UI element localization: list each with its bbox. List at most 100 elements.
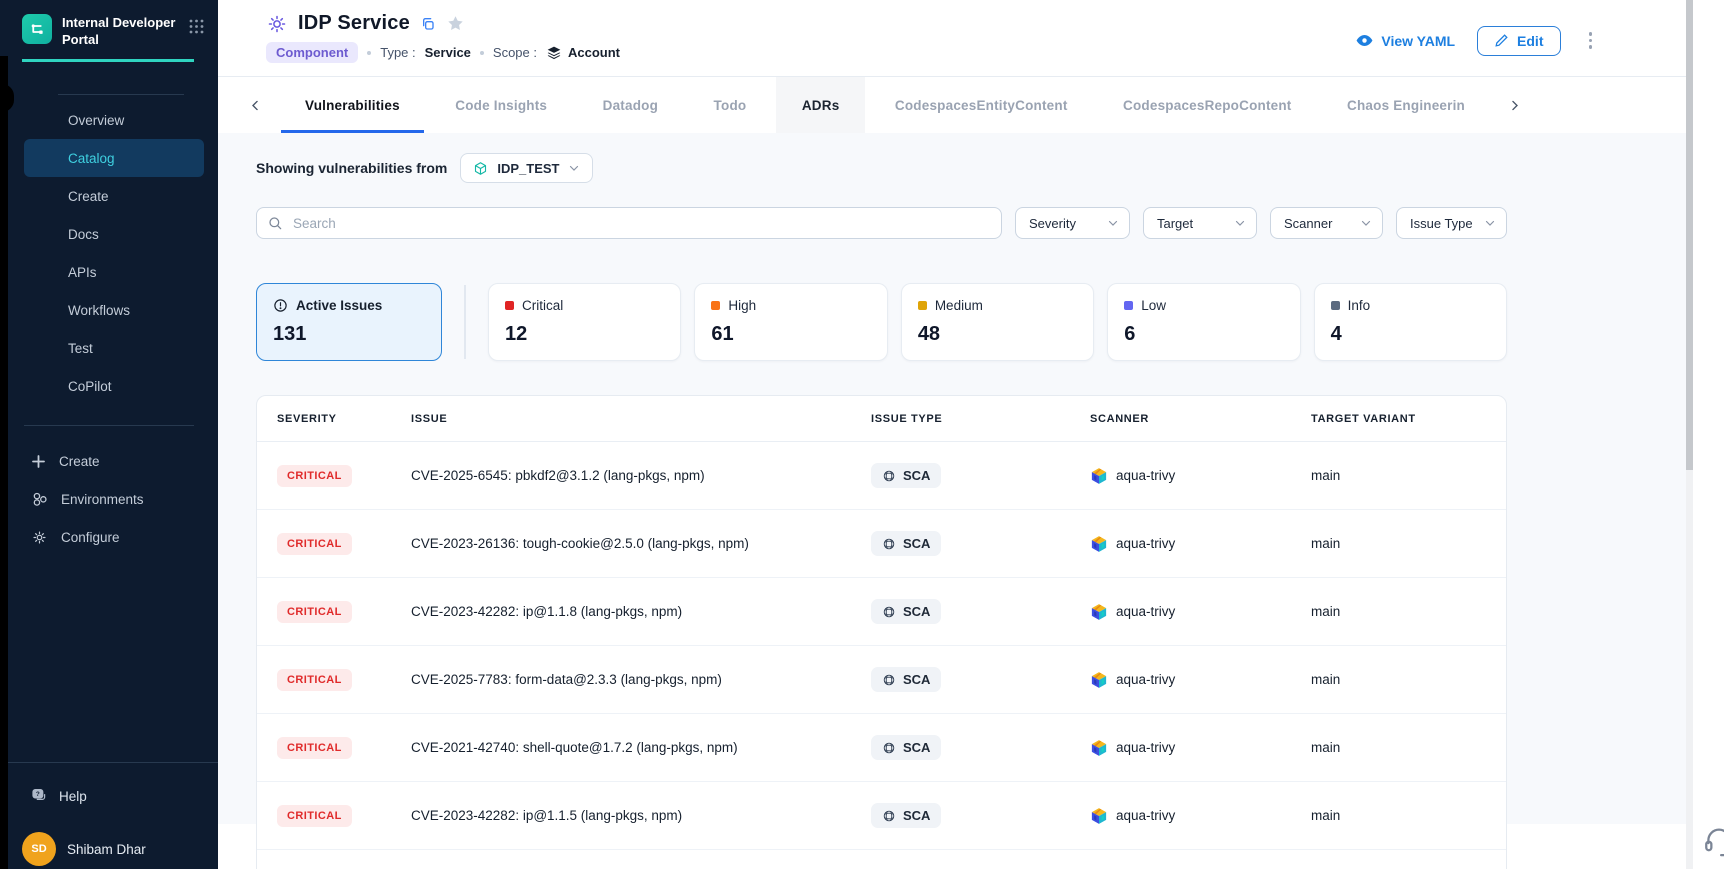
sidebar-nav-item-label: Create bbox=[68, 189, 109, 204]
severity-color-square bbox=[711, 301, 720, 310]
column-header-issue-type: Issue Type bbox=[871, 413, 1090, 425]
type-value: Service bbox=[425, 45, 471, 60]
severity-stat-label: High bbox=[728, 298, 756, 313]
target-variant-cell: main bbox=[1311, 740, 1506, 755]
component-gear-icon bbox=[266, 13, 288, 35]
table-row[interactable]: CRITICAL CVE-2025-7783: form-data@2.3.3 … bbox=[257, 646, 1506, 714]
sidebar-item-configure[interactable]: Configure bbox=[0, 518, 218, 556]
scanner-cell: aqua-trivy bbox=[1090, 739, 1311, 757]
sidebar-nav-item-label: Workflows bbox=[68, 303, 130, 318]
view-yaml-button[interactable]: View YAML bbox=[1355, 31, 1455, 50]
sidebar-nav-item[interactable]: CoPilot bbox=[0, 367, 218, 405]
severity-stat-card[interactable]: Critical 12 bbox=[488, 283, 681, 361]
edit-button[interactable]: Edit bbox=[1477, 26, 1560, 56]
scope-value: Account bbox=[568, 45, 620, 60]
sidebar-nav-item[interactable]: Overview bbox=[0, 101, 218, 139]
issue-cell: CVE-2025-6545: pbkdf2@3.1.2 (lang-pkgs, … bbox=[411, 468, 871, 483]
severity-stat-card[interactable]: Info 4 bbox=[1314, 283, 1507, 361]
search-input[interactable] bbox=[256, 207, 1002, 239]
filter-issue-type[interactable]: Issue Type bbox=[1396, 207, 1507, 239]
sidebar-item-environments[interactable]: Environments bbox=[0, 480, 218, 518]
scanner-label: aqua-trivy bbox=[1116, 740, 1175, 755]
table-row[interactable]: CRITICAL CVE-2021-42740: shell-quote@1.7… bbox=[257, 714, 1506, 782]
tab[interactable]: Vulnerabilities bbox=[279, 77, 426, 133]
tab[interactable]: Todo bbox=[688, 77, 773, 133]
window-edge-strip bbox=[0, 56, 8, 869]
sidebar-nav-item[interactable]: APIs bbox=[0, 253, 218, 291]
severity-stat-label: Medium bbox=[935, 298, 983, 313]
chevron-down-icon bbox=[1107, 217, 1119, 229]
tabs-scroll-right-icon[interactable] bbox=[1499, 92, 1530, 119]
trivy-cube-icon bbox=[1090, 603, 1108, 621]
sidebar-item-help[interactable]: ? Help bbox=[0, 763, 218, 805]
severity-stat-card[interactable]: Medium 48 bbox=[901, 283, 1094, 361]
tab-label: Code Insights bbox=[455, 98, 547, 113]
severity-badge: CRITICAL bbox=[277, 465, 352, 487]
tab[interactable]: Code Insights bbox=[429, 77, 573, 133]
trivy-cube-icon bbox=[1090, 671, 1108, 689]
entity-meta-row: Component Type : Service Scope : Account bbox=[266, 42, 620, 63]
sidebar-action-label: Configure bbox=[61, 530, 120, 545]
tab-label: Chaos Engineerin bbox=[1347, 98, 1465, 113]
scanner-label: aqua-trivy bbox=[1116, 468, 1175, 483]
sidebar-nav-item[interactable]: Create bbox=[0, 177, 218, 215]
avatar: SD bbox=[22, 832, 56, 866]
tab[interactable]: CodespacesEntityContent bbox=[869, 77, 1094, 133]
filters-row: Severity Target Scanner Issue Type bbox=[256, 207, 1507, 239]
sidebar-item-create[interactable]: Create bbox=[0, 442, 218, 480]
alert-circle-icon bbox=[273, 298, 288, 313]
target-variant-cell: main bbox=[1311, 808, 1506, 823]
sidebar-nav-item[interactable]: Workflows bbox=[0, 291, 218, 329]
kebab-menu-icon[interactable] bbox=[1583, 28, 1599, 53]
layers-icon bbox=[546, 45, 562, 61]
table-row[interactable]: CRITICAL CVE-2023-42282: ip@1.1.5 (lang-… bbox=[257, 782, 1506, 850]
filter-scanner[interactable]: Scanner bbox=[1270, 207, 1383, 239]
table-row[interactable]: CRITICAL CVE-2025-6545: pbkdf2@3.1.2 (la… bbox=[257, 442, 1506, 510]
pencil-icon bbox=[1494, 33, 1509, 48]
nav-divider bbox=[58, 94, 184, 95]
severity-stat-count: 48 bbox=[918, 323, 1077, 346]
tab[interactable]: Datadog bbox=[577, 77, 684, 133]
sidebar-action-label: Environments bbox=[61, 492, 144, 507]
sidebar-nav-item[interactable]: Docs bbox=[0, 215, 218, 253]
scanner-cell: aqua-trivy bbox=[1090, 807, 1311, 825]
active-issues-count: 131 bbox=[273, 323, 425, 346]
severity-stat-card[interactable]: Low 6 bbox=[1107, 283, 1300, 361]
portal-title: Internal Developer Portal bbox=[62, 14, 179, 48]
severity-badge: CRITICAL bbox=[277, 737, 352, 759]
project-select[interactable]: IDP_TEST bbox=[460, 153, 593, 183]
filter-label: Scanner bbox=[1284, 216, 1332, 231]
column-header-target-variant: Target Variant bbox=[1311, 413, 1506, 425]
help-chat-icon: ? bbox=[30, 787, 48, 805]
copy-icon[interactable] bbox=[420, 16, 436, 32]
sca-icon bbox=[882, 809, 896, 823]
tabs-scroll-left-icon[interactable] bbox=[240, 92, 271, 119]
scrollbar-thumb[interactable] bbox=[1686, 0, 1693, 470]
project-name: IDP_TEST bbox=[497, 161, 559, 176]
tab[interactable]: CodespacesRepoContent bbox=[1097, 77, 1317, 133]
sidebar-nav-item[interactable]: Test bbox=[0, 329, 218, 367]
portal-logo-icon[interactable] bbox=[22, 14, 52, 44]
severity-stat-count: 12 bbox=[505, 323, 664, 346]
tab-label: CodespacesEntityContent bbox=[895, 98, 1068, 113]
table-row[interactable]: CRITICAL CVE-2023-26136: tough-cookie@2.… bbox=[257, 510, 1506, 578]
sidebar-nav-item[interactable]: Catalog bbox=[24, 139, 204, 177]
logo-accent-rule bbox=[22, 59, 194, 62]
filter-target[interactable]: Target bbox=[1143, 207, 1257, 239]
support-headset-icon[interactable] bbox=[1702, 824, 1724, 863]
active-issues-card[interactable]: Active Issues 131 bbox=[256, 283, 442, 361]
tab[interactable]: ADRs bbox=[776, 77, 866, 133]
issue-type-label: SCA bbox=[903, 672, 930, 687]
tab[interactable]: Chaos Engineerin bbox=[1321, 77, 1491, 133]
table-row[interactable]: CRITICAL CVE-2023-42282: ip@1.1.8 (lang-… bbox=[257, 578, 1506, 646]
user-name: Shibam Dhar bbox=[67, 842, 146, 857]
scope-label: Scope : bbox=[493, 45, 537, 60]
apps-grid-icon[interactable] bbox=[189, 19, 204, 39]
user-profile[interactable]: SD Shibam Dhar bbox=[22, 832, 218, 866]
issue-type-label: SCA bbox=[903, 740, 930, 755]
favorite-star-icon[interactable] bbox=[446, 14, 465, 33]
issue-type-label: SCA bbox=[903, 536, 930, 551]
severity-stat-label: Info bbox=[1348, 298, 1371, 313]
filter-severity[interactable]: Severity bbox=[1015, 207, 1130, 239]
severity-stat-card[interactable]: High 61 bbox=[694, 283, 887, 361]
